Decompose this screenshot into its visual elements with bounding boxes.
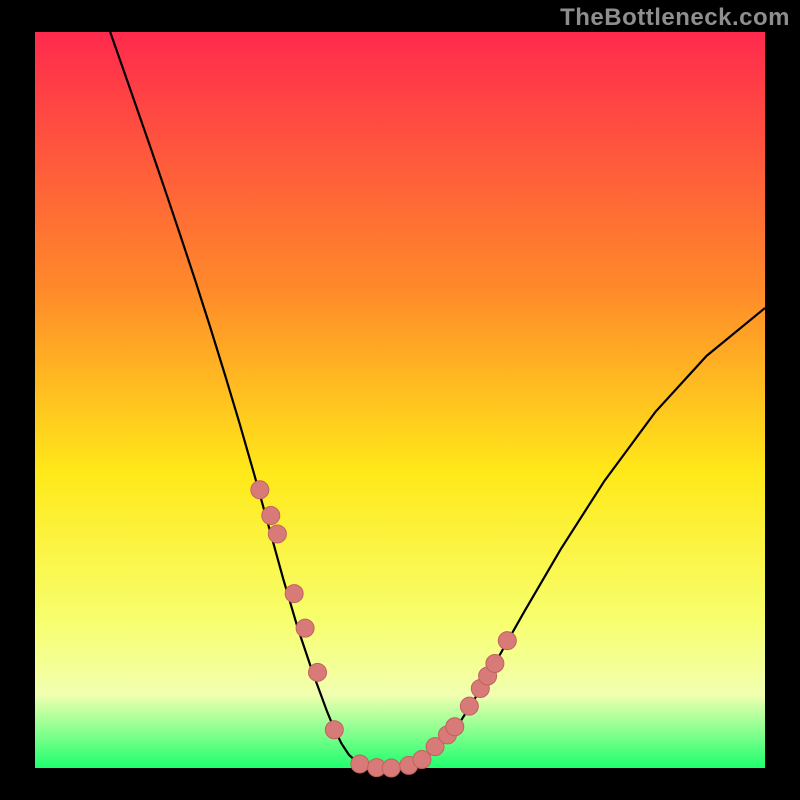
data-point — [309, 663, 327, 681]
data-point — [446, 718, 464, 736]
data-point — [268, 525, 286, 543]
data-point — [285, 585, 303, 603]
bottleneck-chart — [0, 0, 800, 800]
data-point — [486, 654, 504, 672]
data-point — [296, 619, 314, 637]
attribution-text: TheBottleneck.com — [560, 4, 790, 32]
data-point — [498, 632, 516, 650]
plot-background — [35, 32, 765, 768]
data-point — [460, 697, 478, 715]
chart-container: { "attribution": "TheBottleneck.com", "c… — [0, 0, 800, 800]
data-point — [251, 481, 269, 499]
data-point — [351, 755, 369, 773]
data-point — [325, 721, 343, 739]
data-point — [262, 507, 280, 525]
data-point — [382, 759, 400, 777]
